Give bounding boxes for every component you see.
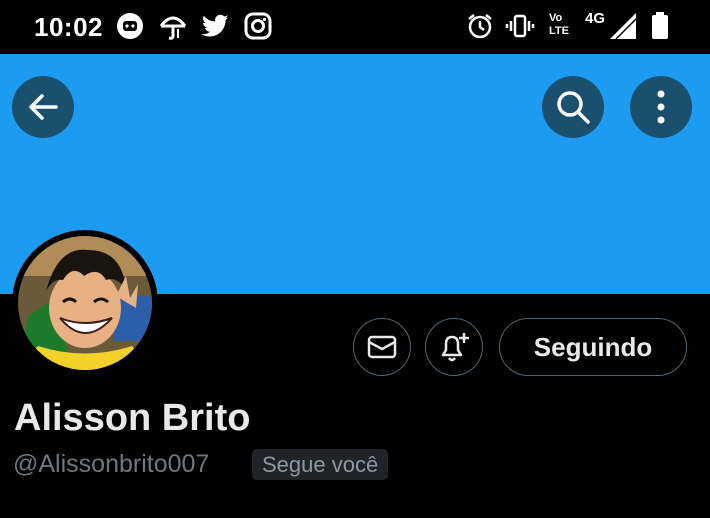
search-icon [557, 91, 590, 124]
discord-icon [115, 11, 145, 41]
status-bar: 10:02 Vo LTE 4G [0, 0, 710, 54]
envelope-icon [367, 335, 397, 359]
avatar-image [18, 236, 152, 370]
user-handle: @Alissonbrito007 [13, 450, 210, 478]
following-button[interactable]: Seguindo [499, 318, 687, 376]
vibrate-icon [505, 11, 535, 41]
profile-avatar[interactable] [12, 230, 158, 376]
status-time: 10:02 [34, 12, 103, 42]
more-options-button[interactable] [630, 76, 692, 138]
search-button[interactable] [542, 76, 604, 138]
volte-bottom-label: LTE [549, 25, 569, 37]
volte-icon: Vo LTE [547, 11, 577, 41]
battery-icon [650, 11, 670, 41]
arrow-left-icon [29, 94, 58, 120]
display-name: Alisson Brito [14, 397, 251, 439]
raincoat-icon [158, 11, 188, 41]
alarm-icon [465, 11, 495, 41]
notifications-button[interactable] [425, 318, 483, 376]
back-button[interactable] [12, 76, 74, 138]
signal-4g-icon [608, 11, 638, 41]
twitter-icon [200, 11, 230, 41]
message-button[interactable] [353, 318, 411, 376]
following-button-label: Seguindo [533, 331, 653, 362]
volte-top-label: Vo [549, 12, 563, 24]
follows-you-badge: Segue você [252, 449, 389, 480]
bell-plus-icon [441, 333, 469, 362]
instagram-icon [243, 11, 273, 41]
network-label: 4G [585, 10, 606, 27]
more-vertical-icon [657, 90, 665, 124]
